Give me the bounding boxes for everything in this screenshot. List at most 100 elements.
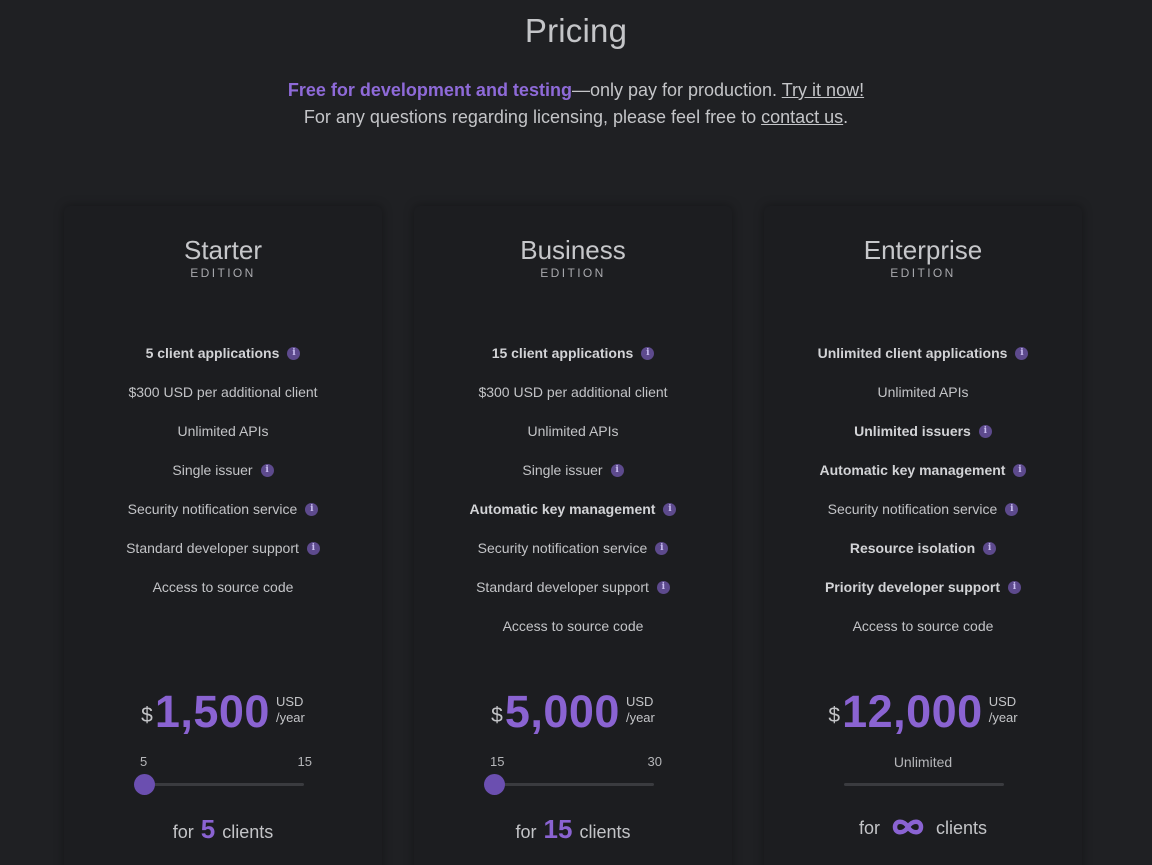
info-icon[interactable]: i xyxy=(1005,503,1019,516)
clients-summary: for 5 clients xyxy=(64,814,382,845)
clients-count: 5 xyxy=(200,814,216,844)
pricing-page: Pricing Free for development and testing… xyxy=(0,0,1152,865)
price-unit-period: /year xyxy=(625,710,655,725)
feature-item: 15 client applications i xyxy=(414,343,732,382)
contact-us-link[interactable]: contact us xyxy=(761,107,843,127)
for-label: for xyxy=(858,818,880,838)
info-icon[interactable]: i xyxy=(655,542,669,555)
slider-track xyxy=(844,783,1004,786)
feature-text: Security notification service xyxy=(827,501,998,517)
try-it-now-link[interactable]: Try it now! xyxy=(782,80,864,100)
feature-list: Unlimited client applications i Unlimited … xyxy=(764,343,1082,655)
feature-text: Security notification service xyxy=(127,501,298,517)
feature-item: Security notification service i xyxy=(64,499,382,538)
info-icon[interactable]: i xyxy=(287,347,301,360)
info-icon[interactable]: i xyxy=(641,347,655,360)
feature-text: Priority developer support xyxy=(824,579,1001,595)
slider-thumb[interactable] xyxy=(484,774,505,795)
price-amount: 5,000 xyxy=(504,686,620,737)
intro-text-2: For any questions regarding licensing, p… xyxy=(303,107,762,127)
feature-item: Automatic key management i xyxy=(414,499,732,538)
feature-text: $300 USD per additional client xyxy=(478,384,668,400)
clients-count: 15 xyxy=(543,814,573,844)
intro-accent: Free for development and testing xyxy=(287,80,572,100)
feature-item: Resource isolation i xyxy=(764,538,1082,577)
info-icon[interactable]: i xyxy=(656,581,670,594)
feature-text: Access to source code xyxy=(152,579,294,595)
feature-list: 15 client applications i $300 USD per addi… xyxy=(414,343,732,655)
feature-text: Standard developer support xyxy=(476,579,649,595)
slider-min-label: 5 xyxy=(140,754,148,769)
feature-item: Single issuer i xyxy=(64,460,382,499)
feature-list: 5 client applications i $300 USD per addit… xyxy=(64,343,382,616)
slider-thumb[interactable] xyxy=(134,774,155,795)
feature-text: Single issuer xyxy=(172,462,253,478)
for-label: for xyxy=(515,822,537,842)
info-icon[interactable]: i xyxy=(306,542,320,555)
feature-item: $300 USD per additional client xyxy=(64,382,382,421)
info-icon[interactable]: i xyxy=(610,464,624,477)
feature-item: Automatic key management i xyxy=(764,460,1082,499)
info-icon[interactable]: i xyxy=(260,464,274,477)
feature-item: Access to source code xyxy=(414,616,732,655)
intro-text-1: —only pay for production. xyxy=(571,80,782,100)
feature-text: Unlimited client applications xyxy=(817,345,1008,361)
clients-label: clients xyxy=(579,822,631,842)
feature-text: Unlimited issuers xyxy=(854,423,971,439)
feature-item: Access to source code xyxy=(764,616,1082,655)
plan-name: Starter xyxy=(183,235,263,265)
feature-item: Priority developer support i xyxy=(764,577,1082,616)
price-currency-symbol: $ xyxy=(491,704,503,727)
infinity-icon xyxy=(889,817,927,837)
intro-line-1: Free for development and testing—only pa… xyxy=(0,77,1152,104)
for-label: for xyxy=(172,822,194,842)
intro-text: Free for development and testing—only pa… xyxy=(0,77,1152,131)
price-unit-period: /year xyxy=(988,710,1018,725)
feature-item: Unlimited issuers i xyxy=(764,421,1082,460)
plan-card-business: Business EDITION 15 client applications i… xyxy=(414,206,732,865)
slider-max-label: 30 xyxy=(647,754,662,769)
price: $ 1,500 USD /year xyxy=(64,686,382,738)
feature-text: Unlimited APIs xyxy=(177,423,269,439)
intro-line-2: For any questions regarding licensing, p… xyxy=(0,104,1152,131)
feature-text: $300 USD per additional client xyxy=(128,384,318,400)
feature-item: Access to source code xyxy=(64,577,382,616)
plan-card-enterprise: Enterprise EDITION Unlimited client appl… xyxy=(764,206,1082,865)
feature-text: Unlimited APIs xyxy=(527,423,619,439)
slider-unlimited-label: Unlimited xyxy=(893,754,953,770)
intro-text-3: . xyxy=(843,107,849,127)
feature-text: Security notification service xyxy=(477,540,648,556)
plan-edition: EDITION xyxy=(540,266,606,280)
info-icon[interactable]: i xyxy=(1015,347,1029,360)
price-unit-currency: USD xyxy=(988,694,1017,709)
slider-track[interactable] xyxy=(144,783,304,786)
price-unit-period: /year xyxy=(275,710,305,725)
clients-summary: for 15 clients xyxy=(414,814,732,845)
feature-item: 5 client applications i xyxy=(64,343,382,382)
feature-text: Access to source code xyxy=(502,618,644,634)
slider-track[interactable] xyxy=(494,783,654,786)
plan-name: Enterprise xyxy=(863,235,983,265)
info-icon[interactable]: i xyxy=(305,503,319,516)
feature-item: Unlimited client applications i xyxy=(764,343,1082,382)
feature-text: Standard developer support xyxy=(126,540,299,556)
info-icon[interactable]: i xyxy=(1013,464,1027,477)
clients-slider[interactable]: 5 15 xyxy=(134,754,312,795)
slider-min-label: 15 xyxy=(490,754,505,769)
clients-slider[interactable]: 15 30 xyxy=(484,754,662,795)
price-currency-symbol: $ xyxy=(141,704,153,727)
price-unit: USD /year xyxy=(276,694,305,726)
price: $ 12,000 USD /year xyxy=(764,686,1082,738)
feature-item: $300 USD per additional client xyxy=(414,382,732,421)
feature-text: Automatic key management xyxy=(469,501,656,517)
feature-item: Standard developer support i xyxy=(414,577,732,616)
info-icon[interactable]: i xyxy=(978,425,992,438)
info-icon[interactable]: i xyxy=(983,542,997,555)
info-icon[interactable]: i xyxy=(663,503,677,516)
price-unit-currency: USD xyxy=(625,694,654,709)
price-unit: USD /year xyxy=(626,694,655,726)
info-icon[interactable]: i xyxy=(1008,581,1022,594)
clients-summary: for clients xyxy=(764,814,1082,839)
feature-item: Security notification service i xyxy=(414,538,732,577)
clients-label: clients xyxy=(222,822,274,842)
